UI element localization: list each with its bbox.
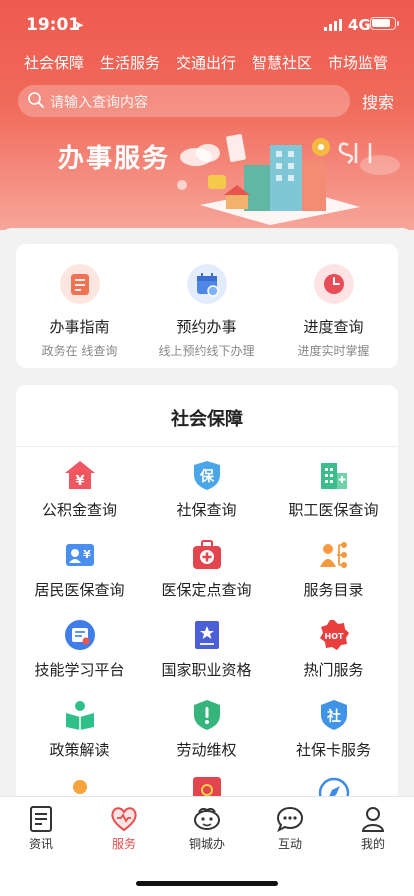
grid-item-resident-medical[interactable]: ¥ 居民医保查询: [16, 539, 143, 619]
social-security-card: 社会保障 ¥ 公积金查询 保 社保查询 职工医保查询 ¥ 居民医保查询 医保定点…: [16, 385, 398, 805]
grid-item-label: 社保查询: [176, 501, 237, 519]
house-yuan-icon: ¥: [65, 461, 95, 489]
grid-item-social-insurance[interactable]: 保 社保查询: [143, 459, 270, 539]
profile-icon: [361, 807, 385, 832]
tab-label: 资讯: [28, 837, 53, 851]
quick-item-sub: 线上预约线下办理: [158, 344, 255, 358]
shield-she-icon: 社: [321, 700, 347, 730]
grid-item-label: 热门服务: [303, 661, 364, 679]
category-smart-community[interactable]: 智慧社区: [252, 52, 312, 73]
tab-services[interactable]: 服务: [83, 797, 165, 867]
medical-kit-icon: [193, 540, 221, 569]
grid-item-skills-platform[interactable]: 技能学习平台: [16, 619, 143, 699]
grid-item-label: 服务目录: [303, 581, 364, 599]
warning-shield-icon: [194, 700, 220, 730]
divider: [16, 446, 398, 447]
status-time: 19:01: [26, 15, 81, 35]
screen: 19:01 ➤ 4G 社会保障 生活服务 交通出行 智慧社区 市场监管 请输入查…: [0, 0, 414, 896]
shield-she-glyph: 社: [326, 708, 341, 725]
search-input[interactable]: 请输入查询内容: [18, 85, 350, 117]
heart-icon: [111, 807, 137, 832]
home-indicator: [136, 881, 278, 886]
quick-services-card: 办事指南 政务在 线查询 预约办事 线上预约线下办理 进度查询 进度实时掌握: [16, 244, 398, 368]
people-tree-icon: [320, 542, 347, 568]
id-card-glyph: ¥: [83, 548, 91, 561]
tab-news[interactable]: 资讯: [0, 797, 82, 867]
search-icon: [28, 92, 44, 108]
house-yuan-glyph: ¥: [75, 474, 84, 489]
grid-item-hot-services[interactable]: HOT 热门服务: [270, 619, 397, 699]
location-arrow-icon: ➤: [74, 18, 85, 32]
grid-item-label: 政策解读: [49, 741, 110, 759]
grid-item-social-card[interactable]: 社 社保卡服务: [270, 699, 397, 779]
network-label: 4G: [348, 16, 371, 34]
category-social-security[interactable]: 社会保障: [24, 52, 84, 73]
grid-item-label: 社保卡服务: [295, 741, 371, 759]
grid-item-medical-point[interactable]: 医保定点查询: [143, 539, 270, 619]
quick-item-label: 办事指南: [49, 318, 110, 336]
grid-item-labor-rights[interactable]: 劳动维权: [143, 699, 270, 779]
quick-item-label: 进度查询: [303, 318, 364, 336]
grid-item-vocational-qualification[interactable]: 国家职业资格: [143, 619, 270, 699]
tab-label: 铜城办: [188, 837, 225, 851]
tab-label: 互动: [277, 837, 302, 851]
tab-interaction[interactable]: 互动: [249, 797, 331, 867]
category-transport[interactable]: 交通出行: [176, 52, 236, 73]
grid-item-label: 国家职业资格: [161, 661, 252, 679]
category-nav: 社会保障 生活服务 交通出行 智慧社区 市场监管: [0, 52, 414, 80]
signal-icon: [324, 19, 342, 31]
status-bar: 19:01 ➤ 4G: [0, 0, 414, 48]
news-icon: [30, 806, 52, 832]
mascot-icon: [194, 807, 220, 830]
chat-icon: [276, 806, 304, 833]
grid-item-housing-fund[interactable]: ¥ 公积金查询: [16, 459, 143, 539]
shield-bao-icon: 保: [194, 461, 220, 490]
quick-item-appointment[interactable]: 预约办事 线上预约线下办理: [143, 244, 270, 368]
reader-book-icon: [66, 701, 94, 730]
grid-item-label: 公积金查询: [41, 501, 117, 519]
quick-item-sub: 政务在 线查询: [41, 344, 118, 358]
grid-item-label: 职工医保查询: [288, 501, 379, 519]
quick-item-sub: 进度实时掌握: [297, 344, 370, 358]
banner-title: 办事服务: [58, 144, 171, 174]
category-life-services[interactable]: 生活服务: [100, 52, 160, 73]
shield-bao-glyph: 保: [199, 468, 215, 485]
tab-label: 我的: [360, 837, 385, 851]
grid-item-policy-interpretation[interactable]: 政策解读: [16, 699, 143, 779]
grid-item-label: 劳动维权: [176, 741, 237, 759]
tab-mine[interactable]: 我的: [332, 797, 414, 867]
search-placeholder: 请输入查询内容: [50, 95, 148, 111]
quick-item-guide[interactable]: 办事指南 政务在 线查询: [16, 244, 143, 368]
quick-item-label: 预约办事: [176, 318, 237, 336]
quick-item-progress[interactable]: 进度查询 进度实时掌握: [270, 244, 397, 368]
grid-item-label: 医保定点查询: [161, 581, 252, 599]
section-title: 社会保障: [171, 409, 243, 430]
grid-item-label: 居民医保查询: [34, 581, 125, 599]
battery-icon: [370, 17, 399, 30]
id-card-icon: ¥: [66, 544, 94, 566]
grid-item-label: 技能学习平台: [34, 661, 125, 679]
category-market-supervision[interactable]: 市场监管: [328, 52, 388, 73]
hospital-building-icon: [321, 463, 347, 489]
hot-badge-icon: HOT: [320, 620, 349, 650]
grid-item-employee-medical[interactable]: 职工医保查询: [270, 459, 397, 539]
hot-badge-glyph: HOT: [325, 632, 344, 641]
tab-label: 服务: [111, 837, 136, 851]
header: 19:01 ➤ 4G 社会保障 生活服务 交通出行 智慧社区 市场监管 请输入查…: [0, 0, 414, 230]
search-button[interactable]: 搜索: [362, 89, 394, 113]
calendar-icon: [187, 264, 227, 304]
study-card-icon: [65, 620, 95, 650]
checklist-icon: [60, 264, 100, 304]
certificate-icon: [195, 621, 219, 649]
grid-item-service-catalog[interactable]: 服务目录: [270, 539, 397, 619]
clock-icon: [314, 264, 354, 304]
tab-tongcheng[interactable]: 铜城办: [166, 797, 248, 867]
